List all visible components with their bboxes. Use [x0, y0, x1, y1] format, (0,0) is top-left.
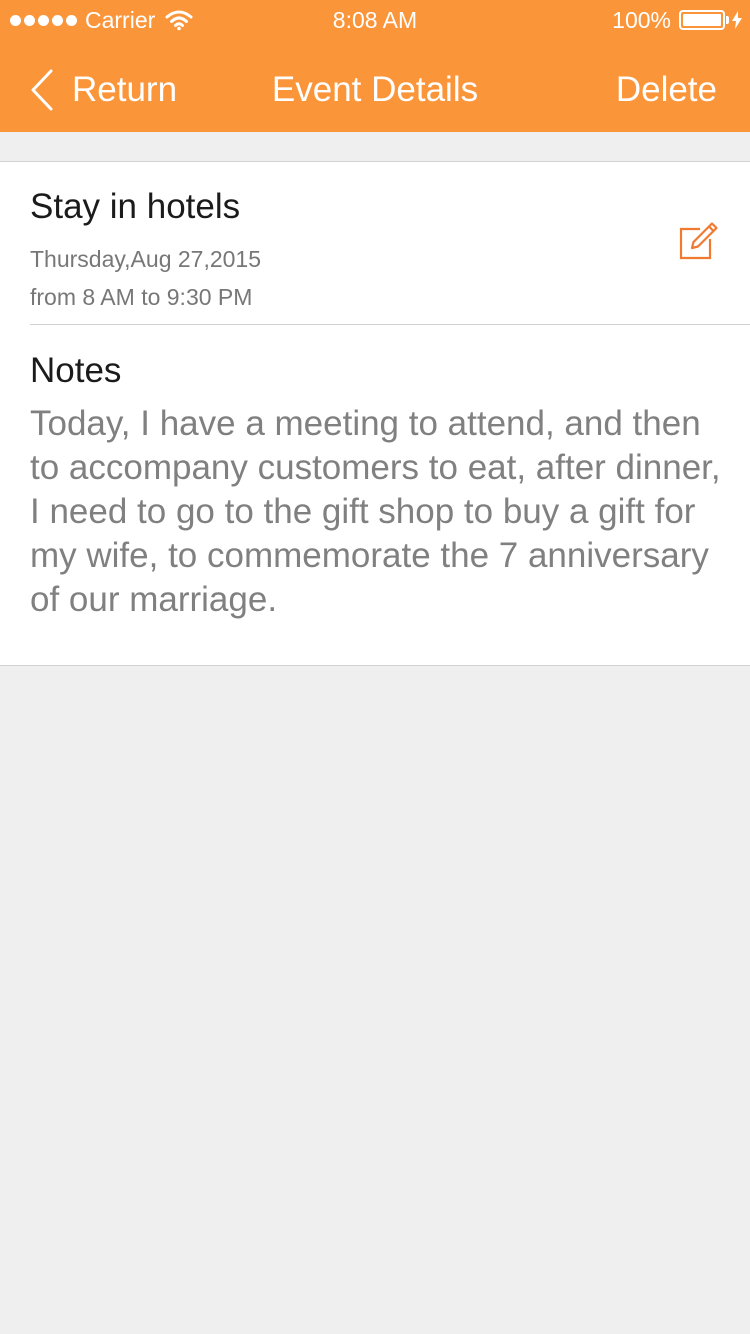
- notes-body: Today, I have a meeting to attend, and t…: [30, 404, 721, 619]
- edit-icon[interactable]: [676, 220, 720, 264]
- status-right: 100%: [612, 0, 742, 40]
- navigation-bar: Return Event Details Delete: [0, 40, 750, 132]
- notes-heading: Notes: [30, 351, 122, 390]
- back-button[interactable]: Return: [30, 68, 177, 112]
- divider: [30, 324, 750, 325]
- top-bar: Carrier 8:08 AM 100% Return Event Detail…: [0, 0, 750, 132]
- battery-icon: [679, 10, 725, 30]
- delete-button[interactable]: Delete: [616, 68, 717, 112]
- back-label: Return: [72, 70, 178, 109]
- event-date: Thursday,Aug 27,2015: [30, 246, 262, 272]
- chevron-left-icon: [31, 69, 53, 111]
- status-bar: Carrier 8:08 AM 100%: [0, 0, 750, 40]
- battery-tip: [726, 16, 729, 24]
- bolt-icon: [732, 11, 742, 29]
- event-time-range: from 8 AM to 9:30 PM: [30, 284, 253, 310]
- event-title: Stay in hotels: [30, 187, 241, 226]
- event-card: Stay in hotels Thursday,Aug 27,2015 from…: [0, 161, 750, 666]
- battery-percent: 100%: [612, 7, 671, 33]
